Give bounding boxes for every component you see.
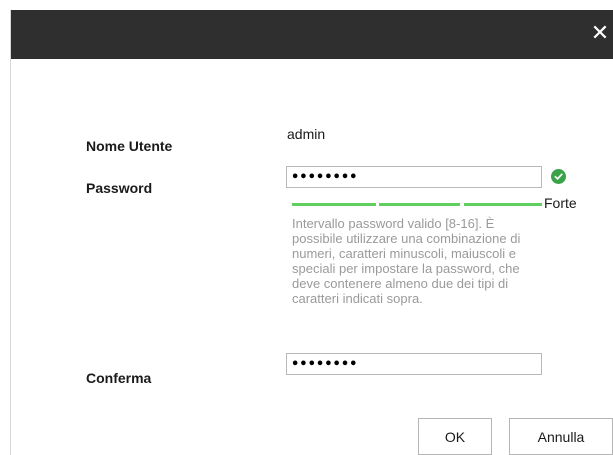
strength-bar-segment [464, 203, 542, 206]
password-hint: Intervallo password valido [8-16]. È pos… [292, 216, 521, 306]
strength-bar-segment [292, 203, 376, 206]
username-value: admin [287, 126, 326, 142]
confirm-password-field[interactable] [286, 353, 542, 375]
confirm-label: Conferma [86, 370, 152, 386]
dialog-titlebar: ✕ [11, 10, 613, 59]
strength-label: Forte [544, 195, 577, 211]
password-label: Password [86, 180, 153, 196]
ok-button[interactable]: OK [418, 418, 492, 455]
password-field[interactable] [286, 166, 542, 188]
close-icon[interactable]: ✕ [588, 22, 612, 46]
check-icon [551, 169, 566, 184]
username-label: Nome Utente [86, 138, 173, 154]
strength-bar-segment [379, 203, 460, 206]
cancel-button[interactable]: Annulla [509, 418, 613, 455]
